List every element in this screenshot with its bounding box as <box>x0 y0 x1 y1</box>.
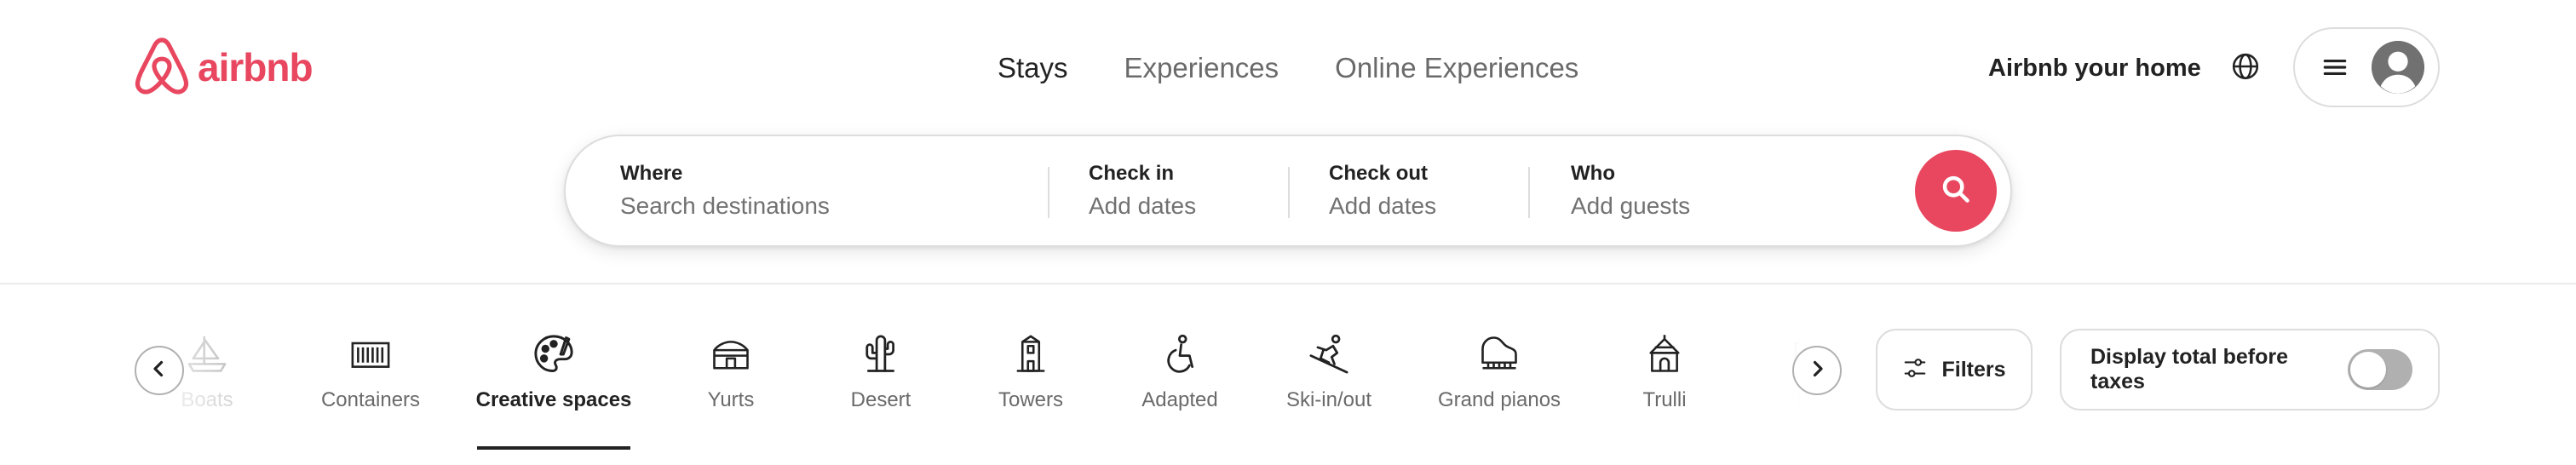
where-label: Where <box>620 162 683 185</box>
check-in-field[interactable]: Check in Add dates <box>1089 136 1285 245</box>
category-label: Trulli <box>1642 388 1687 411</box>
category-yurts[interactable]: Yurts <box>688 332 773 434</box>
sailboat-icon <box>185 332 229 376</box>
check-out-value: Add dates <box>1329 192 1437 219</box>
chevron-left-icon <box>151 360 168 382</box>
yurt-icon <box>709 332 753 376</box>
main-nav-tabs: Stays Experiences Online Experiences <box>969 48 1607 89</box>
category-label: Grand pianos <box>1437 388 1561 411</box>
tab-experiences[interactable]: Experiences <box>1096 48 1308 89</box>
active-category-underline <box>477 446 630 450</box>
user-menu-button[interactable] <box>2293 27 2440 107</box>
category-next-button[interactable] <box>1792 346 1842 395</box>
sliders-icon <box>1902 355 1928 385</box>
category-label: Desert <box>850 388 911 411</box>
search-button[interactable] <box>1915 150 1997 232</box>
search-divider <box>1288 167 1290 218</box>
search-bar: Where Check in Add dates Check out Add d… <box>564 135 2012 247</box>
display-total-before-taxes: Display total before taxes <box>2060 329 2440 410</box>
wheelchair-icon <box>1158 332 1202 376</box>
category-trulli[interactable]: Trulli <box>1622 332 1707 434</box>
check-in-label: Check in <box>1089 162 1175 185</box>
category-desert[interactable]: Desert <box>838 332 923 434</box>
search-divider <box>1528 167 1530 218</box>
check-out-field[interactable]: Check out Add dates <box>1329 136 1525 245</box>
airbnb-homepage: airbnb Stays Experiences Online Experien… <box>0 0 2576 465</box>
category-label: Towers <box>998 388 1064 411</box>
category-towers[interactable]: Towers <box>988 332 1073 434</box>
category-bar: Boats Containers Creative spaces Yurts D… <box>0 286 2576 465</box>
category-label: Boats <box>181 388 233 411</box>
who-field[interactable]: Who Add guests <box>1571 136 1895 245</box>
user-avatar-icon <box>2372 41 2424 94</box>
category-label: Ski-in/out <box>1285 388 1372 411</box>
category-label: Adapted <box>1141 388 1218 411</box>
category-prev-button[interactable] <box>135 346 184 395</box>
category-label: Creative spaces <box>475 388 632 411</box>
taxes-toggle-switch[interactable] <box>2348 349 2412 390</box>
chevron-right-icon <box>1808 360 1826 382</box>
tab-online-experiences[interactable]: Online Experiences <box>1307 48 1607 89</box>
category-creative-spaces[interactable]: Creative spaces <box>475 332 632 450</box>
toggle-knob <box>2350 352 2387 388</box>
airbnb-logo-icon <box>135 37 189 97</box>
container-icon <box>348 332 393 376</box>
where-input[interactable] <box>620 192 1012 220</box>
category-grand-pianos[interactable]: Grand pianos <box>1431 332 1567 434</box>
skier-icon <box>1307 332 1351 376</box>
tower-icon <box>1009 332 1053 376</box>
category-label: Yurts <box>707 388 755 411</box>
who-value: Add guests <box>1571 192 1691 219</box>
check-out-label: Check out <box>1329 162 1429 185</box>
filters-label: Filters <box>1941 357 2006 382</box>
top-header: airbnb Stays Experiences Online Experien… <box>0 0 2576 284</box>
airbnb-your-home-link[interactable]: Airbnb your home <box>1975 48 2215 89</box>
hamburger-menu-icon <box>2320 53 2349 82</box>
airbnb-logo-text: airbnb <box>198 45 313 89</box>
globe-icon <box>2231 52 2260 85</box>
category-ski-in-out[interactable]: Ski-in/out <box>1278 332 1380 434</box>
category-label: Containers <box>320 388 421 411</box>
filters-button[interactable]: Filters <box>1876 329 2033 410</box>
category-adapted[interactable]: Adapted <box>1133 332 1227 434</box>
search-divider <box>1048 167 1049 218</box>
where-field[interactable]: Where <box>620 136 1046 245</box>
palette-icon <box>532 332 576 376</box>
language-button[interactable] <box>2222 44 2269 92</box>
airbnb-logo-link[interactable]: airbnb <box>135 37 313 97</box>
search-icon <box>1941 174 1971 209</box>
category-containers[interactable]: Containers <box>315 332 426 434</box>
cactus-icon <box>859 332 903 376</box>
trulli-icon <box>1642 332 1687 376</box>
piano-icon <box>1477 332 1521 376</box>
category-scroller: Boats Containers Creative spaces Yurts D… <box>135 286 1843 465</box>
taxes-toggle-label: Display total before taxes <box>2090 345 2288 393</box>
who-label: Who <box>1571 162 1615 185</box>
tab-stays[interactable]: Stays <box>969 48 1096 89</box>
check-in-value: Add dates <box>1089 192 1197 219</box>
